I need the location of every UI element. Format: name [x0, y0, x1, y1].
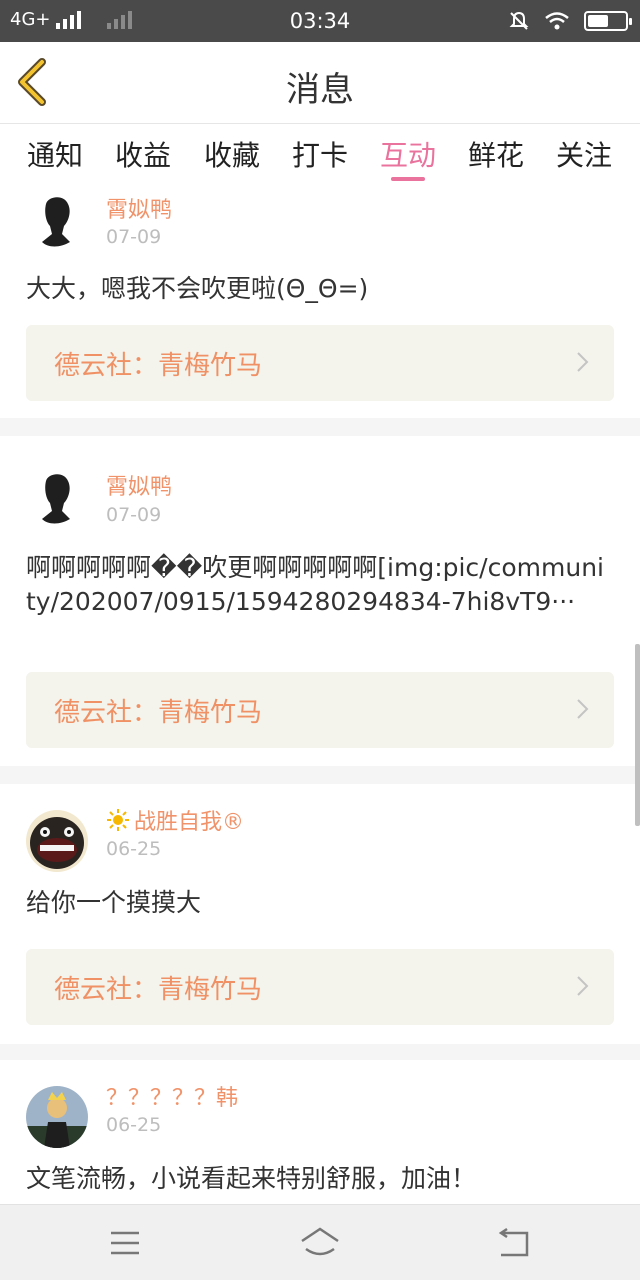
message-date: 07-09 [106, 226, 162, 248]
source-link[interactable]: 德云社：青梅竹马 [26, 325, 614, 401]
home-icon [301, 1227, 339, 1256]
mute-icon [509, 11, 529, 30]
username[interactable]: 战胜自我® [106, 804, 244, 836]
home-button[interactable] [298, 1223, 342, 1263]
avatar-pug-image [26, 810, 88, 872]
source-link[interactable]: 德云社：青梅竹马 [26, 672, 614, 748]
avatar[interactable] [26, 810, 88, 872]
chevron-right-icon [577, 699, 589, 719]
avatar-character-image [26, 1086, 88, 1148]
wifi-icon [545, 12, 569, 30]
message-date: 06-25 [106, 838, 162, 860]
scrollbar[interactable] [635, 644, 640, 826]
back-nav-button[interactable] [493, 1223, 537, 1263]
avatar[interactable] [26, 190, 88, 252]
tab-interactions[interactable]: 互动 [364, 134, 452, 174]
username-text: 战胜自我® [134, 810, 245, 835]
system-nav-bar [0, 1204, 640, 1280]
message-date: 07-09 [106, 504, 162, 526]
tab-earnings[interactable]: 收益 [99, 134, 187, 174]
menu-icon [111, 1231, 139, 1255]
avatar-silhouette-image [26, 467, 88, 529]
tab-favorites[interactable]: 收藏 [188, 134, 276, 174]
tab-follows[interactable]: 关注 [540, 134, 628, 174]
comment-text: 文笔流畅，小说看起来特别舒服，加油！ [26, 1164, 477, 1193]
active-tab-indicator [391, 177, 425, 181]
tab-bar: 通知 收益 收藏 打卡 互动 鲜花 关注 [0, 124, 640, 188]
chevron-right-icon [577, 976, 589, 996]
page-title: 消息 [286, 70, 354, 110]
comment-text: 给你一个摸摸大 [26, 888, 202, 917]
message-card: ？？？？？韩 06-25 文笔流畅，小说看起来特别舒服，加油！ [0, 1060, 640, 1204]
avatar-silhouette-image [26, 190, 88, 252]
avatar[interactable] [26, 467, 88, 529]
battery-icon [584, 11, 632, 31]
back-nav-icon [498, 1227, 529, 1257]
avatar[interactable] [26, 1086, 88, 1148]
comment-text: 大大，嗯我不会吹更啦(Θ_Θ=) [26, 274, 369, 303]
tab-flowers[interactable]: 鲜花 [452, 134, 540, 174]
source-title: 德云社：青梅竹马 [54, 975, 263, 1005]
tab-checkin[interactable]: 打卡 [276, 134, 364, 174]
username[interactable]: 霄姒鸭 [106, 192, 172, 224]
message-card: 霄姒鸭 07-09 啊啊啊啊啊��吹更啊啊啊啊啊[img:pic/communi… [0, 436, 640, 766]
message-card: 霄姒鸭 07-09 大大，嗯我不会吹更啦(Θ_Θ=) 德云社：青梅竹马 [0, 188, 640, 418]
status-icons [508, 10, 632, 32]
source-title: 德云社：青梅竹马 [54, 698, 263, 728]
status-bar: 4G+ 03:34 [0, 0, 640, 42]
source-title: 德云社：青梅竹马 [54, 351, 263, 381]
source-link[interactable]: 德云社：青梅竹马 [26, 949, 614, 1025]
message-card: 战胜自我® 06-25 给你一个摸摸大 德云社：青梅竹马 [0, 784, 640, 1044]
chevron-right-icon [577, 352, 589, 372]
title-bar: 消息 [0, 42, 640, 124]
message-list[interactable]: 霄姒鸭 07-09 大大，嗯我不会吹更啦(Θ_Θ=) 德云社：青梅竹马 霄姒鸭 … [0, 188, 640, 1204]
tab-notifications[interactable]: 通知 [11, 134, 99, 174]
menu-button[interactable] [103, 1223, 147, 1263]
username[interactable]: 霄姒鸭 [106, 469, 172, 501]
username[interactable]: ？？？？？韩 [106, 1080, 238, 1112]
comment-text: 啊啊啊啊啊��吹更啊啊啊啊啊[img:pic/community/202007/… [26, 553, 604, 616]
message-date: 06-25 [106, 1114, 162, 1136]
sun-icon [107, 809, 129, 831]
